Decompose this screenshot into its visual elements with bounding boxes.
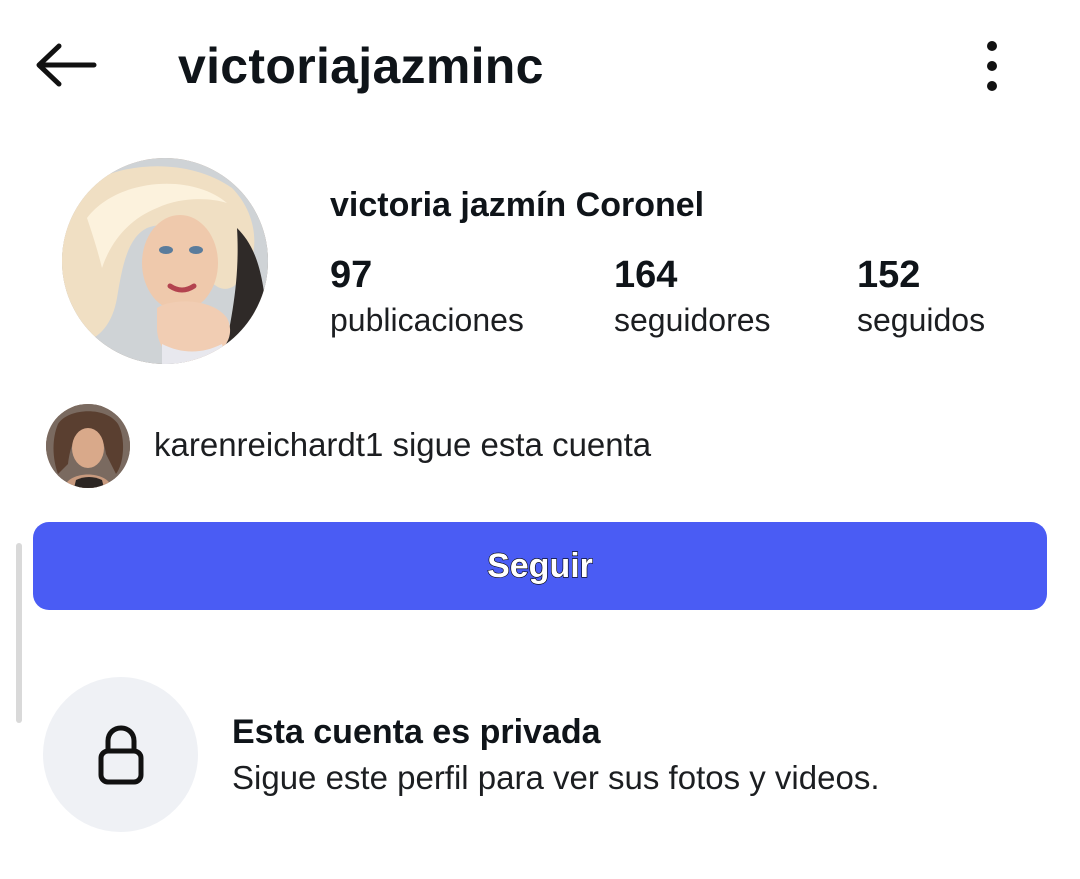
mutual-follower-avatar — [46, 404, 130, 488]
private-account-subtitle: Sigue este perfil para ver sus fotos y v… — [232, 759, 880, 796]
stat-posts[interactable]: 97 publicaciones — [330, 252, 524, 342]
stat-followers[interactable]: 164 seguidores — [614, 252, 771, 342]
avatar-image — [62, 158, 268, 364]
follow-button-label: Seguir — [486, 546, 593, 585]
stat-followers-value: 164 — [614, 254, 678, 296]
mutual-follower-row[interactable]: karenreichardt1 sigue esta cuenta — [46, 404, 1036, 488]
stat-posts-label: publicaciones — [330, 302, 524, 338]
profile-avatar[interactable] — [62, 158, 268, 364]
top-bar: victoriajazminc — [0, 0, 1080, 130]
back-arrow-icon[interactable] — [32, 40, 98, 90]
stat-followers-label: seguidores — [614, 302, 771, 338]
stat-posts-value: 97 — [330, 254, 373, 296]
stat-following-value: 152 — [857, 254, 921, 296]
mutual-follower-text: karenreichardt1 sigue esta cuenta — [154, 426, 652, 463]
profile-screen: victoriajazminc victoria jazmín Coronel … — [0, 0, 1080, 879]
scroll-indicator[interactable] — [16, 543, 22, 723]
profile-full-name: victoria jazmín Coronel — [330, 186, 705, 224]
profile-username: victoriajazminc — [178, 38, 544, 94]
private-account-title: Esta cuenta es privada — [232, 713, 601, 751]
private-account-badge — [43, 677, 198, 832]
lock-icon — [98, 724, 143, 784]
follow-button[interactable]: Seguir — [33, 522, 1047, 610]
stat-following[interactable]: 152 seguidos — [857, 252, 985, 342]
more-options-icon[interactable] — [970, 38, 1014, 94]
stat-following-label: seguidos — [857, 302, 986, 338]
